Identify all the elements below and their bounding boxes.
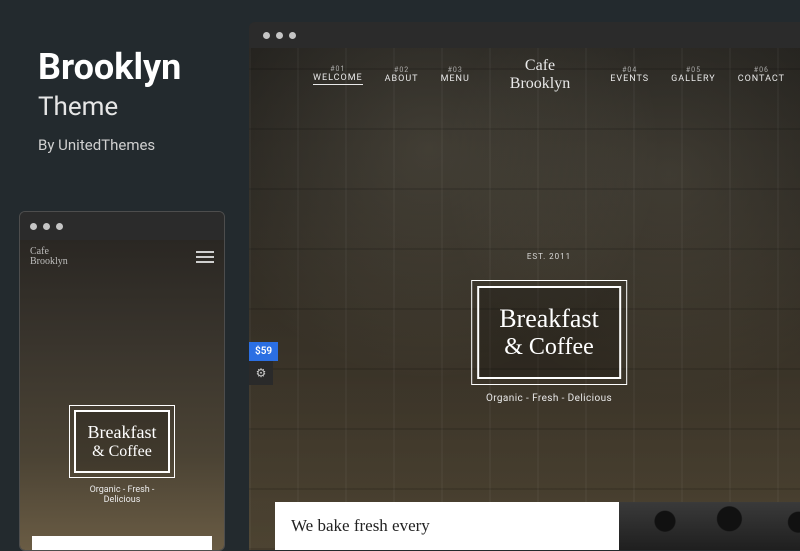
hamburger-menu-icon[interactable] <box>196 251 214 263</box>
nav-label: GALLERY <box>671 74 716 84</box>
hero-badge: Breakfast & Coffee <box>74 410 171 473</box>
desktop-window-bar <box>249 22 800 48</box>
mobile-viewport[interactable]: Cafe Brooklyn Breakfast & Coffee Organic… <box>20 240 224 550</box>
settings-button[interactable]: ⚙ <box>249 361 273 385</box>
logo-line2: Brooklyn <box>510 75 570 93</box>
mobile-header: Cafe Brooklyn <box>20 240 224 274</box>
nav-label: CONTACT <box>738 74 785 84</box>
author-prefix: By <box>38 136 58 154</box>
window-dot-icon <box>276 32 283 39</box>
window-dot-icon <box>263 32 270 39</box>
nav-label: WELCOME <box>313 73 363 85</box>
nav-item-contact[interactable]: #06 CONTACT <box>738 66 785 84</box>
hero-badge: Breakfast & Coffee <box>477 286 621 379</box>
nav-item-about[interactable]: #02 ABOUT <box>385 66 419 84</box>
mobile-content-strip <box>32 536 212 551</box>
nav-num: #01 <box>313 65 363 73</box>
established-badge: EST. 2011 <box>527 252 571 261</box>
nav-num: #05 <box>671 66 716 74</box>
mobile-hero: Breakfast & Coffee Organic - Fresh - Del… <box>71 410 173 505</box>
theme-info: Brooklyn Theme By UnitedThemes <box>38 48 238 154</box>
price-tag-button[interactable]: $59 <box>249 342 278 361</box>
theme-author: By UnitedThemes <box>38 136 238 154</box>
desktop-hero: Breakfast & Coffee Organic - Fresh - Del… <box>477 286 621 404</box>
bake-headline: We bake fresh every <box>275 502 619 550</box>
window-dot-icon <box>289 32 296 39</box>
nav-item-welcome[interactable]: #01 WELCOME <box>313 65 363 85</box>
nav-num: #06 <box>738 66 785 74</box>
hero-line2: & Coffee <box>499 334 599 361</box>
window-dot-icon <box>30 223 37 230</box>
hero-line1: Breakfast <box>88 422 157 443</box>
window-dot-icon <box>43 223 50 230</box>
window-dot-icon <box>56 223 63 230</box>
content-strip: We bake fresh every <box>275 502 800 550</box>
mobile-preview-frame: Cafe Brooklyn Breakfast & Coffee Organic… <box>19 211 225 551</box>
nav-item-gallery[interactable]: #05 GALLERY <box>671 66 716 84</box>
lamps-image <box>619 502 800 550</box>
desktop-viewport[interactable]: #01 WELCOME #02 ABOUT #03 MENU Cafe Broo… <box>249 48 800 550</box>
theme-sublabel: Theme <box>38 92 238 122</box>
hero-tagline: Organic - Fresh - Delicious <box>477 393 621 404</box>
site-header: #01 WELCOME #02 ABOUT #03 MENU Cafe Broo… <box>249 48 800 102</box>
desktop-preview-frame: #01 WELCOME #02 ABOUT #03 MENU Cafe Broo… <box>249 22 800 550</box>
side-widgets: $59 ⚙ <box>249 342 278 385</box>
gear-icon: ⚙ <box>256 366 267 380</box>
site-logo[interactable]: Cafe Brooklyn <box>492 57 588 92</box>
logo-line2: Brooklyn <box>30 257 68 268</box>
mobile-site-logo[interactable]: Cafe Brooklyn <box>30 247 68 268</box>
nav-label: ABOUT <box>385 74 419 84</box>
hero-tagline: Organic - Fresh - Delicious <box>71 485 173 505</box>
nav-num: #04 <box>610 66 649 74</box>
hero-line2: & Coffee <box>88 443 157 461</box>
nav-label: EVENTS <box>610 74 649 84</box>
nav-label: MENU <box>441 74 470 84</box>
mobile-window-bar <box>20 212 224 240</box>
logo-line1: Cafe <box>510 57 570 75</box>
nav-num: #02 <box>385 66 419 74</box>
nav-item-events[interactable]: #04 EVENTS <box>610 66 649 84</box>
nav-item-menu[interactable]: #03 MENU <box>441 66 470 84</box>
hero-line1: Breakfast <box>499 304 599 334</box>
author-name: UnitedThemes <box>58 136 155 154</box>
nav-num: #03 <box>441 66 470 74</box>
theme-name: Brooklyn <box>38 48 238 88</box>
nav-row: #01 WELCOME #02 ABOUT #03 MENU Cafe Broo… <box>313 57 785 92</box>
